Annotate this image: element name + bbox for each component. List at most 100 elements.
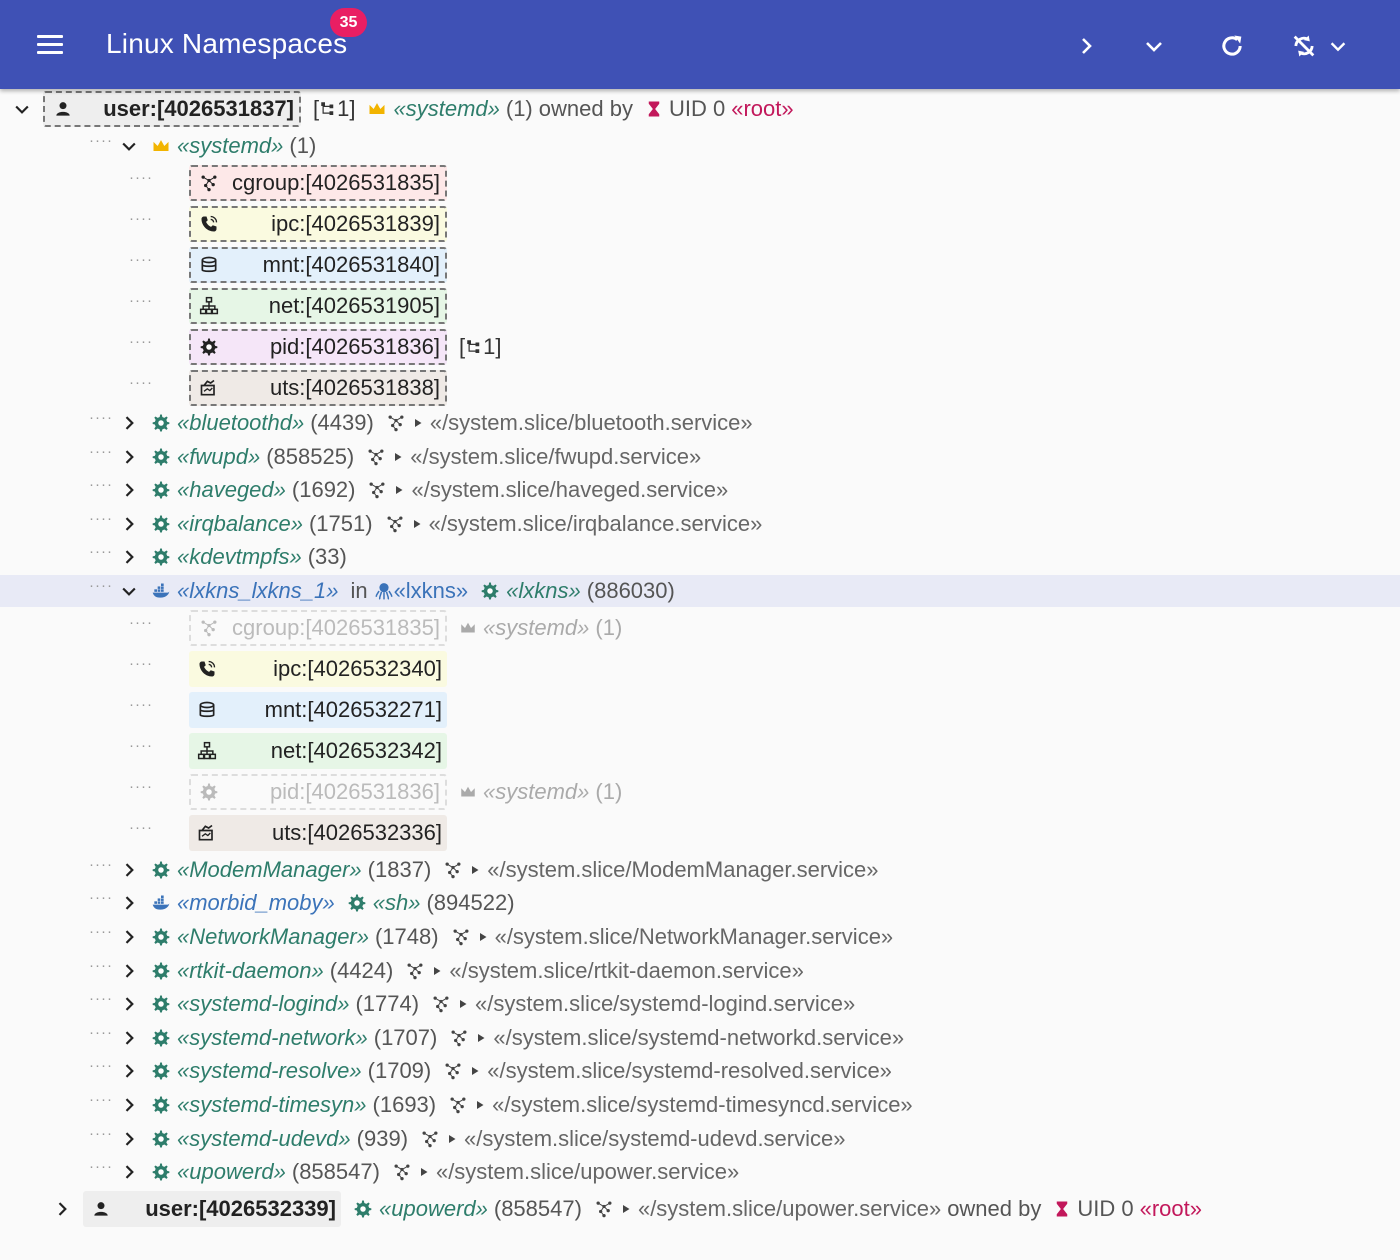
collapse-all-icon[interactable] <box>1132 24 1176 68</box>
tree-row-process[interactable]: ···· «bluetoothd» (4439) «/system.slice/blu… <box>0 407 1400 439</box>
net-namespace-badge[interactable]: net:[4026532342] <box>189 733 447 769</box>
tree-row-namespace[interactable]: ···· cgroup:[4026531835] <box>0 165 1400 201</box>
tree-row-namespace[interactable]: ···· net:[4026531905] <box>0 288 1400 324</box>
tree-row-process[interactable]: ···· «ModemManager» (1837) «/system.slice/M… <box>0 854 1400 886</box>
tree-row-process[interactable]: ···· «upowerd» (858547) «/system.slice/upow… <box>0 1156 1400 1188</box>
process-name: «systemd-udevd» <box>177 1126 351 1151</box>
tree-row-process[interactable]: ···· «systemd-udevd» (939) «/system.slice/s… <box>0 1123 1400 1155</box>
hourglass-icon <box>645 100 663 118</box>
chevron-right-icon[interactable] <box>118 446 140 468</box>
chevron-right-icon[interactable] <box>118 513 140 535</box>
play-icon <box>469 864 481 876</box>
chevron-down-icon[interactable] <box>118 580 140 602</box>
chevron-right-icon[interactable] <box>118 960 140 982</box>
page-title: Linux Namespaces <box>106 28 348 59</box>
owned-by-text: owned by <box>947 1196 1042 1221</box>
tree-row-process[interactable]: ···· «irqbalance» (1751) «/system.slice/irq… <box>0 508 1400 540</box>
mnt-namespace-badge[interactable]: mnt:[4026531840] <box>189 247 447 283</box>
pid-namespace-badge[interactable]: pid:[4026531836] <box>189 774 447 810</box>
uts-namespace-badge[interactable]: uts:[4026532336] <box>189 815 447 851</box>
uts-namespace-badge[interactable]: uts:[4026531838] <box>189 370 447 406</box>
tree-dots: ···· <box>129 333 153 350</box>
menu-icon[interactable] <box>30 24 70 64</box>
chevron-right-icon[interactable] <box>118 926 140 948</box>
tree-row-namespace[interactable]: ···· cgroup:[4026531835] «systemd» (1) <box>0 610 1400 646</box>
tree-row-process[interactable]: ···· «fwupd» (858525) «/system.slice/fwupd.… <box>0 441 1400 473</box>
tree-row-namespace[interactable]: ···· uts:[4026532336] <box>0 815 1400 851</box>
tree-row-namespace[interactable]: ···· mnt:[4026532271] <box>0 692 1400 728</box>
chevron-right-icon[interactable] <box>118 479 140 501</box>
cgroup-path: «/system.slice/systemd-timesyncd.service… <box>492 1092 913 1117</box>
tree-row-process[interactable]: ···· «systemd-resolve» (1709) «/system.slic… <box>0 1055 1400 1087</box>
user-namespace-badge[interactable]: user:[4026531837] <box>43 91 301 127</box>
cgroup-icon <box>451 927 471 947</box>
chevron-right-icon[interactable] <box>118 1060 140 1082</box>
chevron-right-icon[interactable] <box>118 1128 140 1150</box>
tree-row-namespace[interactable]: ···· net:[4026532342] <box>0 733 1400 769</box>
tree-row-namespace[interactable]: ···· ipc:[4026532340] <box>0 651 1400 687</box>
tree-row-namespace[interactable]: ···· pid:[4026531836] «systemd» (1) <box>0 774 1400 810</box>
root-user: «root» <box>1139 1196 1203 1221</box>
cgroup-path: «/system.slice/fwupd.service» <box>410 444 702 469</box>
pid-namespace-badge[interactable]: pid:[4026531836] <box>189 329 447 365</box>
chevron-down-icon[interactable] <box>118 135 140 157</box>
namespace-label: user:[4026532339] <box>145 1196 336 1221</box>
cgroup-icon <box>449 1028 469 1048</box>
tree-row-namespace[interactable]: ···· mnt:[4026531840] <box>0 247 1400 283</box>
tree-dots: ···· <box>89 132 113 149</box>
tree-row-process[interactable]: ···· «systemd-logind» (1774) «/system.slice… <box>0 988 1400 1020</box>
expand-icon[interactable] <box>1064 24 1108 68</box>
tree-row-namespace[interactable]: ···· ipc:[4026531839] <box>0 206 1400 242</box>
container-name: «lxkns_lxkns_1» <box>177 578 339 603</box>
cgroup-icon <box>367 480 387 500</box>
ipc-namespace-badge[interactable]: ipc:[4026531839] <box>189 206 447 242</box>
cgroup-path: «/system.slice/irqbalance.service» <box>428 511 763 536</box>
tree-row-container[interactable]: ···· «lxkns_lxkns_1» in «lxkns » «lxkns»… <box>0 575 1400 607</box>
cgroup-namespace-badge[interactable]: cgroup:[4026531835] <box>189 165 447 201</box>
tree-row-process[interactable]: ···· «kdevtmpfs» (33) <box>0 541 1400 573</box>
tree-row-process[interactable]: ···· «haveged» (1692) «/system.slice/havege… <box>0 474 1400 506</box>
ipc-namespace-badge[interactable]: ipc:[4026532340] <box>189 651 447 687</box>
chevron-right-icon[interactable] <box>118 1027 140 1049</box>
tree-row-namespace[interactable]: ···· pid:[4026531836] [ 1] <box>0 329 1400 365</box>
cgroup-path: «/system.slice/systemd-networkd.service» <box>493 1025 905 1050</box>
chevron-right-icon[interactable] <box>118 993 140 1015</box>
chevron-right-icon[interactable] <box>118 1161 140 1183</box>
cgroup-namespace-badge[interactable]: cgroup:[4026531835] <box>189 610 447 646</box>
in-text: in <box>350 578 368 603</box>
process-name: «sh» <box>372 890 421 915</box>
process-name: «NetworkManager» <box>177 924 369 949</box>
play-icon <box>446 1133 458 1145</box>
dropdown-icon[interactable] <box>1316 24 1360 68</box>
chevron-right-icon[interactable] <box>118 1094 140 1116</box>
tree-row-user-namespace[interactable]: user:[4026532339] «upowerd» (858547) «/s… <box>0 1191 1400 1227</box>
process-pid: (894522) <box>426 890 515 915</box>
chevron-right-icon[interactable] <box>51 1198 73 1220</box>
tree-row-process[interactable]: ···· «NetworkManager» (1748) «/system.slice… <box>0 921 1400 953</box>
chevron-right-icon[interactable] <box>118 412 140 434</box>
net-namespace-badge[interactable]: net:[4026531905] <box>189 288 447 324</box>
process-pid: (1) <box>289 133 317 158</box>
tree-row-process[interactable]: ···· «systemd-network» (1707) «/system.slic… <box>0 1022 1400 1054</box>
gear-icon <box>151 1129 171 1149</box>
tree-row-user-namespace[interactable]: user:[4026531837] [ 1] «systemd» (1) own… <box>0 91 1400 127</box>
chevron-right-icon[interactable] <box>118 859 140 881</box>
tree-row-process[interactable]: ···· «rtkit-daemon» (4424) «/system.slice/r… <box>0 955 1400 987</box>
engine-name: «lxkns <box>393 578 456 603</box>
process-pid: (4439) <box>310 410 374 435</box>
process-name: «bluetoothd» <box>177 410 305 435</box>
chevron-right-icon[interactable] <box>118 546 140 568</box>
user-namespace-badge[interactable]: user:[4026532339] <box>83 1191 341 1227</box>
tree-row-process[interactable]: ···· «systemd-timesyn» (1693) «/system.slic… <box>0 1089 1400 1121</box>
tree-row-namespace[interactable]: ···· uts:[4026531838] <box>0 370 1400 406</box>
mnt-namespace-badge[interactable]: mnt:[4026532271] <box>189 692 447 728</box>
tree-row-process[interactable]: ···· «systemd» (1) <box>0 130 1400 162</box>
phone-icon <box>196 211 222 237</box>
namespace-label: cgroup:[4026531835] <box>232 615 440 640</box>
refresh-icon[interactable] <box>1210 24 1254 68</box>
process-name: «systemd-timesyn» <box>177 1092 367 1117</box>
tree-dots: ···· <box>89 443 113 460</box>
chevron-down-icon[interactable] <box>11 98 33 120</box>
chevron-right-icon[interactable] <box>118 892 140 914</box>
tree-row-process[interactable]: ···· «morbid_moby» «sh» (894522) <box>0 887 1400 919</box>
